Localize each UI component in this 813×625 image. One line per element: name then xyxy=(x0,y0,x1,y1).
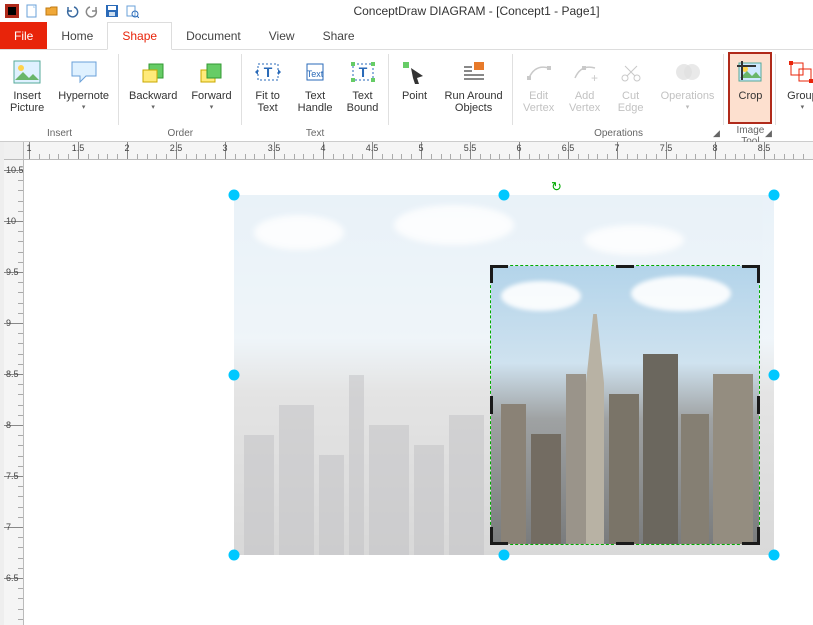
add-vertex-button: + Add Vertex xyxy=(563,52,607,124)
new-doc-icon[interactable] xyxy=(24,3,40,19)
drawing-canvas[interactable]: ↻ xyxy=(24,160,813,625)
crop-icon xyxy=(734,56,766,88)
hypernote-button[interactable]: Hypernote ▾ xyxy=(52,52,115,124)
operations-button: Operations ▾ xyxy=(655,52,721,124)
crop-handle-bottom[interactable] xyxy=(616,542,634,545)
tab-document[interactable]: Document xyxy=(172,22,255,49)
fit-to-text-icon: T xyxy=(252,56,284,88)
text-bound-icon: T xyxy=(347,56,379,88)
crop-handle-top-left[interactable] xyxy=(490,265,508,283)
image-tool-dialog-launcher-icon[interactable]: ◢ xyxy=(762,127,774,139)
operations-dialog-launcher-icon[interactable]: ◢ xyxy=(710,127,722,139)
text-bound-button[interactable]: T Text Bound xyxy=(341,52,385,124)
svg-text:T: T xyxy=(263,64,272,80)
backward-dropdown-icon[interactable]: ▾ xyxy=(151,103,155,111)
tab-view[interactable]: View xyxy=(255,22,309,49)
group-insert: Insert Picture Hypernote ▾ Insert xyxy=(0,50,119,141)
vertical-ruler: 10.5109.598.587.576.5 xyxy=(4,160,24,625)
selection-handle-se[interactable] xyxy=(769,550,780,561)
selection-handle-sw[interactable] xyxy=(229,550,240,561)
crop-handle-top[interactable] xyxy=(616,265,634,268)
tab-share[interactable]: Share xyxy=(309,22,369,49)
edit-vertex-icon xyxy=(523,56,555,88)
text-handle-icon: Text xyxy=(299,56,331,88)
crop-handle-left[interactable] xyxy=(490,396,493,414)
picture-icon xyxy=(11,56,43,88)
app-icon xyxy=(4,3,20,19)
hypernote-icon xyxy=(68,56,100,88)
group-point: Point Run Around Objects xyxy=(389,50,513,141)
point-button[interactable]: Point xyxy=(393,52,437,124)
run-around-icon xyxy=(458,56,490,88)
group-image-tool: Crop Image Tool ◢ xyxy=(724,50,776,141)
rotation-handle[interactable]: ↻ xyxy=(551,179,565,193)
svg-text:Text: Text xyxy=(307,69,324,79)
tab-home[interactable]: Home xyxy=(47,22,107,49)
ribbon: Insert Picture Hypernote ▾ Insert Backwa… xyxy=(0,50,813,142)
run-around-objects-button[interactable]: Run Around Objects xyxy=(439,52,509,124)
window-title: ConceptDraw DIAGRAM - [Concept1 - Page1] xyxy=(144,4,809,18)
cut-edge-icon xyxy=(615,56,647,88)
ruler-corner xyxy=(4,142,24,160)
print-preview-icon[interactable] xyxy=(124,3,140,19)
fit-to-text-button[interactable]: T Fit to Text xyxy=(246,52,290,124)
svg-text:T: T xyxy=(358,64,367,80)
picture-object[interactable]: ↻ xyxy=(234,195,774,555)
group-dropdown-icon[interactable]: ▾ xyxy=(801,103,805,111)
group-order: Backward ▾ Forward ▾ Order xyxy=(119,50,242,141)
crop-handle-bottom-left[interactable] xyxy=(490,527,508,545)
ribbon-tabs: File Home Shape Document View Share xyxy=(0,22,813,50)
crop-button[interactable]: Crop xyxy=(728,52,772,124)
selection-handle-w[interactable] xyxy=(229,370,240,381)
open-icon[interactable] xyxy=(44,3,60,19)
picture-content-visible xyxy=(491,266,759,544)
cut-edge-button: Cut Edge xyxy=(609,52,653,124)
crop-handle-right[interactable] xyxy=(757,396,760,414)
insert-picture-button[interactable]: Insert Picture xyxy=(4,52,50,124)
backward-button[interactable]: Backward ▾ xyxy=(123,52,183,124)
group-group: Group ▾ xyxy=(776,50,813,141)
forward-dropdown-icon[interactable]: ▾ xyxy=(210,103,214,111)
crop-handle-top-right[interactable] xyxy=(742,265,760,283)
add-vertex-icon: + xyxy=(569,56,601,88)
backward-icon xyxy=(137,56,169,88)
selection-handle-n[interactable] xyxy=(499,190,510,201)
crop-selection[interactable] xyxy=(490,265,760,545)
operations-icon xyxy=(672,56,704,88)
operations-dropdown-icon: ▾ xyxy=(686,103,690,111)
title-bar: ConceptDraw DIAGRAM - [Concept1 - Page1] xyxy=(0,0,813,22)
hypernote-dropdown-icon[interactable]: ▾ xyxy=(82,103,86,111)
redo-icon[interactable] xyxy=(84,3,100,19)
svg-text:+: + xyxy=(591,71,598,84)
forward-icon xyxy=(195,56,227,88)
selection-handle-s[interactable] xyxy=(499,550,510,561)
group-button[interactable]: Group ▾ xyxy=(780,52,813,124)
crop-handle-bottom-right[interactable] xyxy=(742,527,760,545)
tab-shape[interactable]: Shape xyxy=(107,22,172,50)
text-handle-button[interactable]: Text Text Handle xyxy=(292,52,339,124)
group-icon xyxy=(786,56,813,88)
undo-icon[interactable] xyxy=(64,3,80,19)
save-icon[interactable] xyxy=(104,3,120,19)
tab-file[interactable]: File xyxy=(0,22,47,49)
group-operations: Edit Vertex + Add Vertex Cut Edge Operat… xyxy=(513,50,725,141)
group-text: T Fit to Text Text Text Handle T Text Bo… xyxy=(242,50,389,141)
selection-handle-ne[interactable] xyxy=(769,190,780,201)
selection-handle-nw[interactable] xyxy=(229,190,240,201)
selection-handle-e[interactable] xyxy=(769,370,780,381)
edit-vertex-button: Edit Vertex xyxy=(517,52,561,124)
forward-button[interactable]: Forward ▾ xyxy=(185,52,237,124)
horizontal-ruler: 11.522.533.544.555.566.577.588.5 xyxy=(24,142,813,160)
point-icon xyxy=(399,56,431,88)
